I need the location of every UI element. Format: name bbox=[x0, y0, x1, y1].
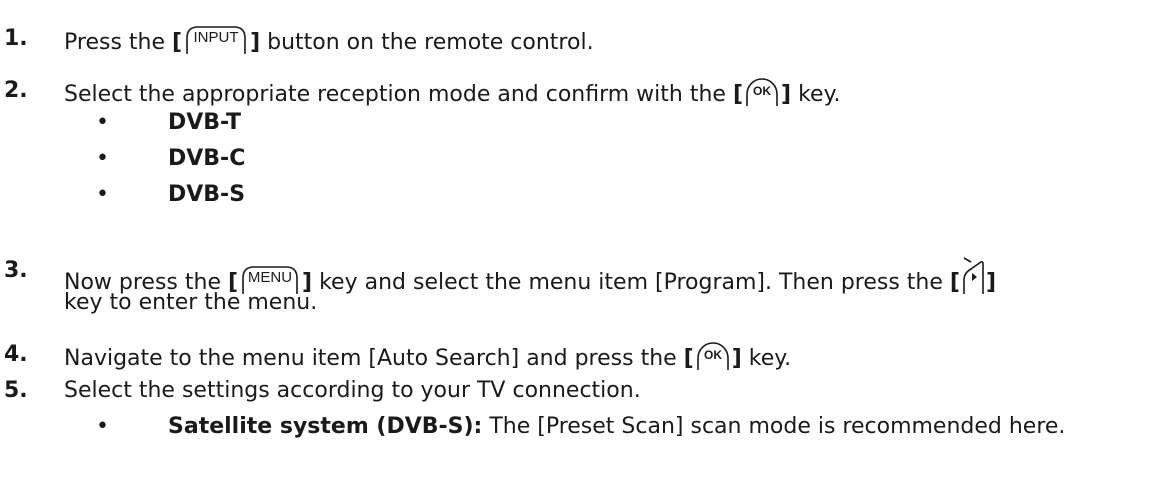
step-text-line2: key to enter the menu. bbox=[64, 290, 318, 315]
mode-label: DVB-C bbox=[168, 146, 246, 171]
step-text-before: Select the appropriate reception mode an… bbox=[64, 82, 733, 107]
bracket-close: ] bbox=[731, 346, 742, 371]
bullet: • bbox=[96, 146, 109, 171]
ok-key-icon: OK bbox=[695, 340, 731, 370]
step-text-middle: key and select the menu item [Program]. … bbox=[312, 270, 950, 295]
satellite-text: The [Preset Scan] scan mode is recommend… bbox=[482, 414, 1066, 439]
mode-item-dvb-c: • DVB-C bbox=[96, 144, 245, 173]
bullet: • bbox=[96, 110, 109, 135]
mode-label: DVB-S bbox=[168, 182, 246, 207]
bracket-close: ] bbox=[985, 270, 997, 295]
right-arrow-key-icon bbox=[961, 256, 985, 296]
bracket-open: [ bbox=[683, 346, 694, 371]
svg-text:MENU: MENU bbox=[248, 269, 292, 286]
step-text-before: Press the bbox=[64, 30, 172, 55]
bracket-open: [ bbox=[949, 270, 960, 295]
step-text-after: button on the remote control. bbox=[260, 30, 594, 55]
step-text-after: key. bbox=[791, 82, 841, 107]
bracket-open: [ bbox=[172, 30, 183, 55]
satellite-label: Satellite system (DVB-S): bbox=[168, 414, 483, 439]
svg-text:INPUT: INPUT bbox=[194, 29, 239, 46]
mode-item-dvb-s: • DVB-S bbox=[96, 180, 245, 209]
bracket-close: ] bbox=[781, 82, 792, 107]
step-number: 3. bbox=[4, 258, 28, 283]
step-text: Press the [ INPUT ] button on the remote… bbox=[64, 24, 594, 57]
bracket-close: ] bbox=[250, 30, 261, 55]
step-text: Navigate to the menu item [Auto Search] … bbox=[64, 340, 791, 373]
satellite-note: • Satellite system (DVB-S): The [Preset S… bbox=[96, 412, 1065, 441]
bullet: • bbox=[96, 182, 109, 207]
step-text-after: key. bbox=[741, 346, 792, 371]
step-number: 1. bbox=[4, 26, 28, 51]
mode-label: DVB-T bbox=[168, 110, 241, 135]
instruction-document: 1. Press the [ INPUT ] button on the rem… bbox=[0, 0, 1153, 477]
bullet: • bbox=[96, 414, 109, 439]
step-text: Select the appropriate reception mode an… bbox=[64, 76, 840, 109]
step-number: 2. bbox=[4, 78, 28, 103]
ok-key-icon: OK bbox=[744, 76, 780, 106]
svg-text:OK: OK bbox=[704, 348, 722, 362]
step-number: 5. bbox=[4, 378, 28, 403]
input-key-icon: INPUT bbox=[183, 24, 249, 54]
bracket-open: [ bbox=[732, 82, 744, 107]
step-text-before: Navigate to the menu item [Auto Search] … bbox=[64, 346, 684, 371]
step-text: Select the settings according to your TV… bbox=[64, 378, 641, 403]
svg-text:OK: OK bbox=[753, 84, 771, 98]
mode-item-dvb-t: • DVB-T bbox=[96, 108, 241, 137]
step-number: 4. bbox=[4, 342, 28, 367]
